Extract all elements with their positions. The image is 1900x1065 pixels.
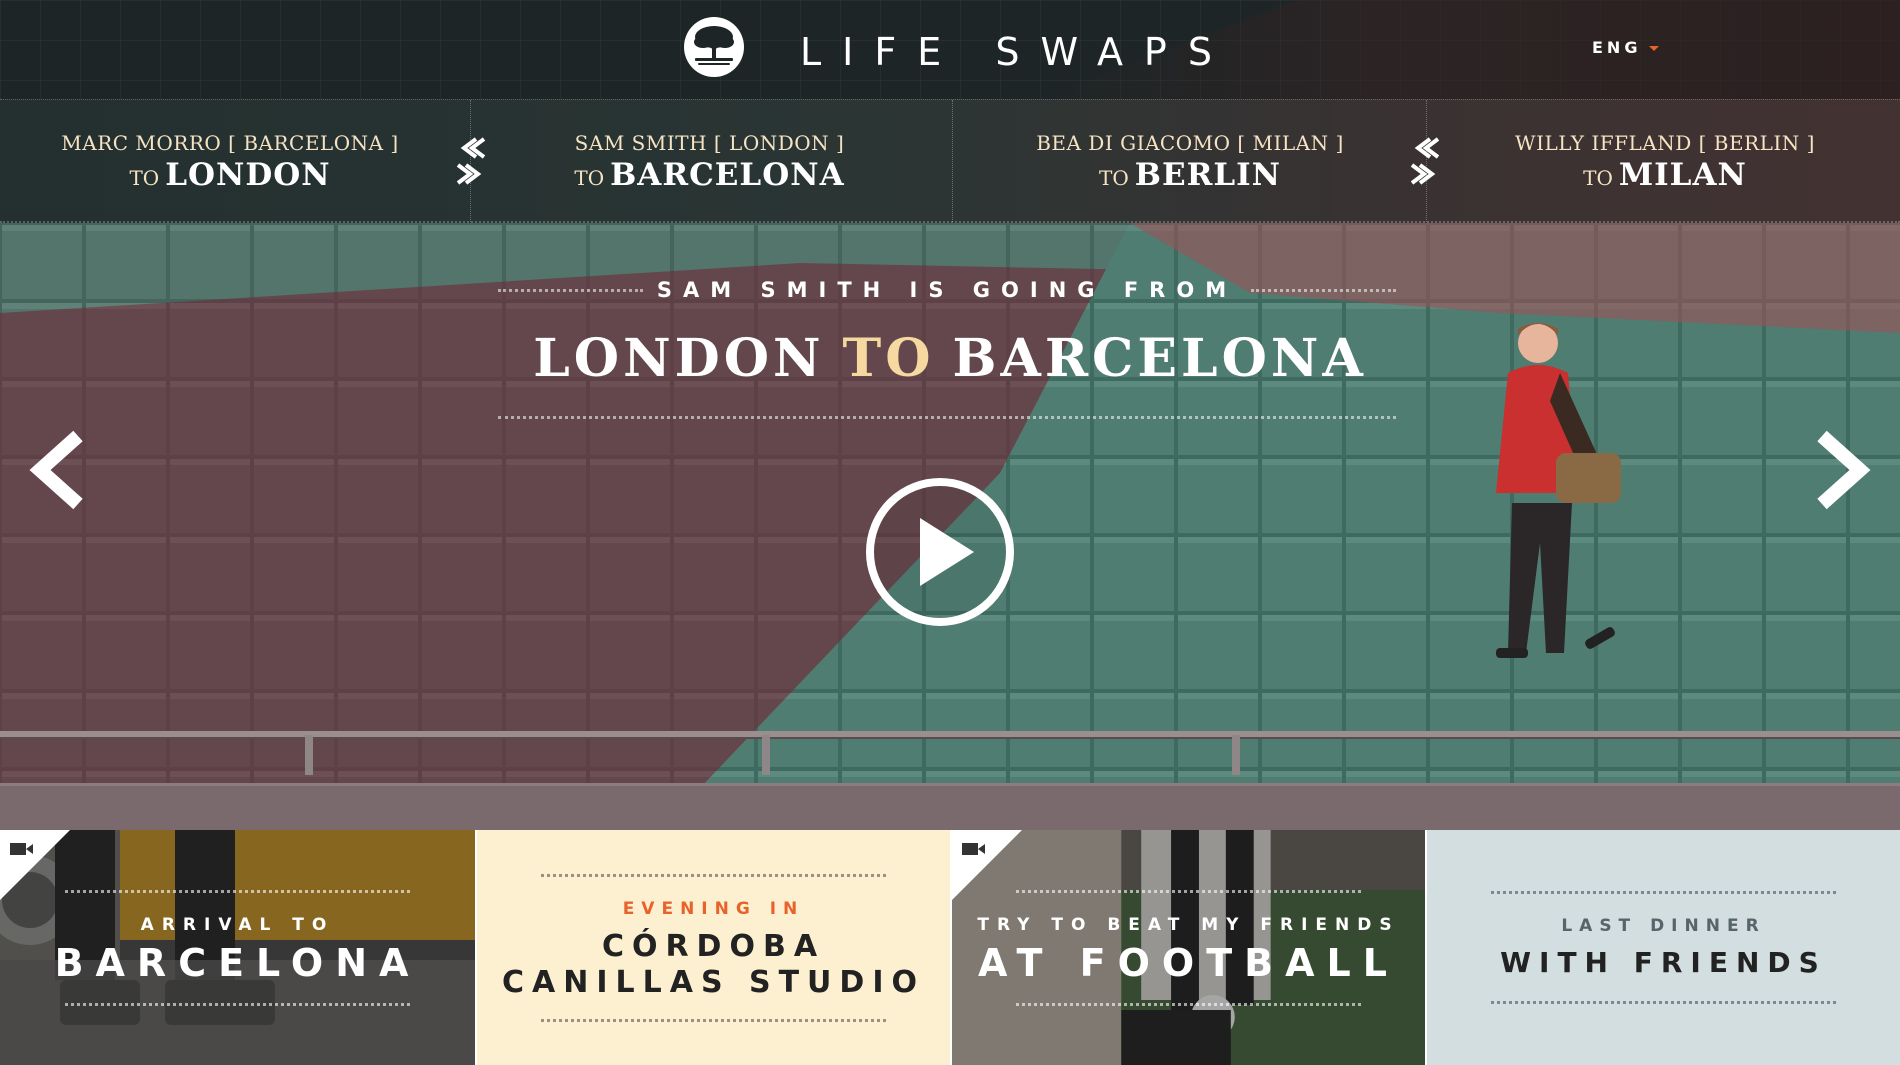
tile-kicker: ARRIVAL TO bbox=[140, 914, 335, 935]
dotted-divider bbox=[1491, 891, 1836, 894]
tile-kicker: LAST DINNER bbox=[1561, 916, 1766, 936]
swap-item-sam[interactable]: SAM SMITH [ LONDON ] TO BARCELONA bbox=[472, 100, 947, 222]
hero-headline: LONDON TO BARCELONA bbox=[0, 328, 1900, 389]
tile-kicker: EVENING IN bbox=[622, 898, 805, 919]
dotted-divider bbox=[64, 1002, 410, 1006]
language-label: ENG bbox=[1592, 38, 1642, 57]
swap-navigation: MARC MORRO [ BARCELONA ] TO LONDON SAM SM… bbox=[0, 99, 1900, 223]
swap-person: WILLY IFFLAND [ BERLIN ] bbox=[1515, 131, 1815, 155]
tile-football[interactable]: TRY TO BEAT MY FRIENDS AT FOOTBALL bbox=[950, 830, 1425, 1065]
divider bbox=[952, 100, 953, 222]
swap-item-willy[interactable]: WILLY IFFLAND [ BERLIN ] TO MILAN bbox=[1430, 100, 1900, 222]
swap-city: LONDON bbox=[165, 157, 331, 193]
dotted-divider bbox=[540, 873, 886, 877]
swap-item-marc[interactable]: MARC MORRO [ BARCELONA ] TO LONDON bbox=[0, 100, 460, 222]
tile-title-line: CANILLAS STUDIO bbox=[501, 964, 925, 1000]
dotted-divider bbox=[64, 889, 410, 893]
hero-subtitle-row: SAM SMITH IS GOING FROM bbox=[498, 275, 1397, 305]
swap-person: MARC MORRO [ BARCELONA ] bbox=[61, 131, 399, 155]
dotted-divider bbox=[1016, 1002, 1361, 1006]
video-camera-icon bbox=[0, 830, 70, 900]
swap-city: MILAN bbox=[1618, 157, 1747, 193]
tile-title: WITH FRIENDS bbox=[1500, 946, 1827, 979]
tile-last-dinner[interactable]: LAST DINNER WITH FRIENDS bbox=[1425, 830, 1900, 1065]
dotted-divider bbox=[1016, 889, 1361, 893]
tile-title: BARCELONA bbox=[54, 940, 421, 985]
swap-to-label: TO bbox=[1099, 166, 1129, 190]
tree-logo-icon[interactable] bbox=[683, 16, 745, 78]
swap-city: BERLIN bbox=[1134, 157, 1281, 193]
dotted-divider bbox=[540, 1018, 886, 1022]
chevron-left-icon[interactable] bbox=[26, 430, 92, 510]
swap-person: BEA DI GIACOMO [ MILAN ] bbox=[1036, 131, 1344, 155]
tile-title-line: CÓRDOBA bbox=[601, 928, 826, 964]
swap-to-label: TO bbox=[574, 166, 605, 190]
video-camera-icon bbox=[952, 830, 1022, 900]
tile-title: CÓRDOBA CANILLAS STUDIO bbox=[502, 929, 925, 1001]
dotted-divider bbox=[498, 416, 1396, 419]
divider bbox=[1426, 100, 1427, 222]
divider bbox=[470, 100, 471, 222]
tile-arrival-barcelona[interactable]: ARRIVAL TO BARCELONA bbox=[0, 830, 475, 1065]
swap-to-label: TO bbox=[129, 166, 160, 190]
swap-to-label: TO bbox=[1583, 166, 1613, 190]
dotted-divider bbox=[498, 288, 643, 292]
hero-from-city: LONDON bbox=[533, 328, 825, 389]
tile-title: AT FOOTBALL bbox=[978, 940, 1399, 985]
caret-down-icon bbox=[1649, 46, 1660, 51]
hero-destination-city: BARCELONA bbox=[952, 328, 1367, 389]
tile-evening-cordoba[interactable]: EVENING IN CÓRDOBA CANILLAS STUDIO bbox=[475, 830, 950, 1065]
tile-kicker: TRY TO BEAT MY FRIENDS bbox=[977, 914, 1400, 935]
dotted-divider bbox=[1491, 1001, 1836, 1004]
chevron-right-icon[interactable] bbox=[1808, 430, 1874, 510]
language-selector[interactable]: ENG bbox=[1592, 38, 1660, 57]
hero-video: SAM SMITH IS GOING FROM LONDON TO BARCELON… bbox=[0, 223, 1900, 830]
play-icon[interactable] bbox=[864, 476, 1016, 628]
swap-person: SAM SMITH [ LONDON ] bbox=[574, 131, 845, 155]
hero-subtitle: SAM SMITH IS GOING FROM bbox=[656, 278, 1238, 302]
hero-to-word: TO bbox=[842, 328, 935, 389]
site-header: LIFE SWAPS ENG bbox=[0, 0, 1900, 99]
episode-tiles: ARRIVAL TO BARCELONA EVENING IN CÓRDOBA … bbox=[0, 830, 1900, 1065]
brand-title: LIFE SWAPS bbox=[800, 30, 1233, 74]
dotted-divider bbox=[1251, 288, 1397, 292]
swap-city: BARCELONA bbox=[610, 157, 845, 193]
swap-item-bea[interactable]: BEA DI GIACOMO [ MILAN ] TO BERLIN bbox=[955, 100, 1425, 222]
